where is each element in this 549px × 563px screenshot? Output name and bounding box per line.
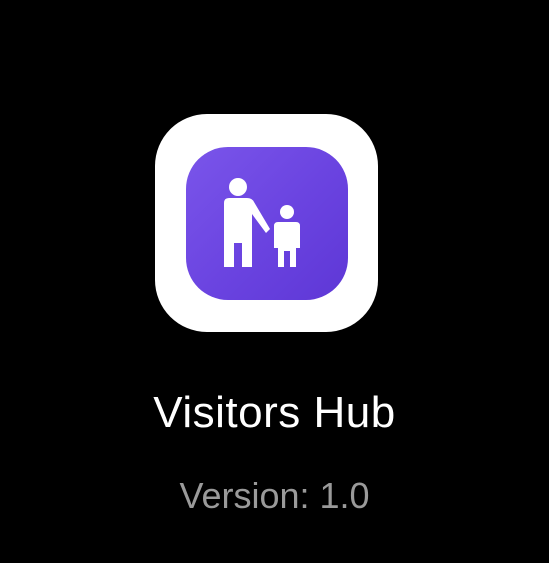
- app-icon: [155, 114, 378, 332]
- app-name: Visitors Hub: [153, 388, 396, 437]
- about-screen: Visitors Hub Version: 1.0: [0, 0, 549, 563]
- app-version: Version: 1.0: [179, 475, 370, 516]
- parent-child-icon: [224, 178, 300, 267]
- app-icon-badge: [186, 147, 348, 300]
